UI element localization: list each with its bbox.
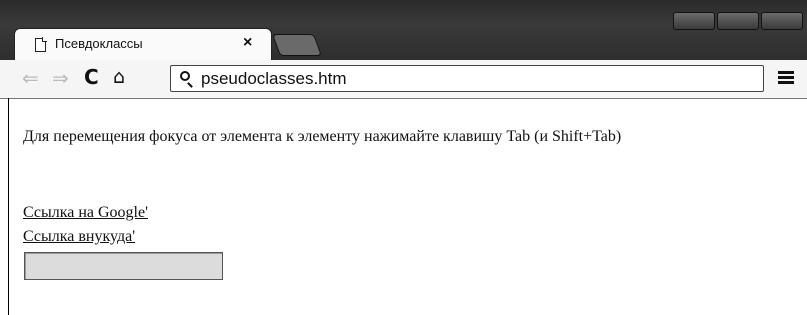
address-bar[interactable]: pseudoclasses.htm (170, 65, 764, 92)
tab-title: Псевдоклассы (55, 36, 143, 51)
reload-icon[interactable]: C (84, 65, 99, 89)
back-arrow-icon[interactable]: ⇐ (22, 66, 39, 90)
window-controls (673, 12, 803, 30)
tab-close-icon[interactable]: × (243, 34, 252, 52)
page-icon (35, 37, 47, 52)
home-icon[interactable]: ⌂ (113, 66, 125, 88)
google-link[interactable]: Ссылка на Google' (23, 204, 148, 222)
tab-active[interactable]: Псевдоклассы × (14, 28, 272, 62)
instruction-text: Для перемещения фокуса от элемента к эле… (23, 128, 622, 145)
browser-toolbar: ⇐ ⇒ C ⌂ pseudoclasses.htm (0, 60, 807, 99)
browser-window: Псевдоклассы × ⇐ ⇒ C ⌂ pseudoclasses.htm… (0, 0, 807, 315)
menu-icon[interactable] (778, 71, 794, 85)
maximize-button[interactable] (717, 12, 759, 30)
text-input[interactable] (24, 252, 223, 280)
page-content: Для перемещения фокуса от элемента к эле… (8, 98, 807, 315)
address-url[interactable]: pseudoclasses.htm (201, 69, 347, 89)
close-window-button[interactable] (761, 12, 803, 30)
nowhere-link[interactable]: Ссылка внукуда' (23, 228, 135, 246)
forward-arrow-icon[interactable]: ⇒ (52, 66, 69, 90)
search-icon (180, 71, 190, 81)
new-tab-button[interactable] (271, 34, 323, 56)
title-bar: Псевдоклассы × (0, 0, 807, 62)
minimize-button[interactable] (673, 12, 715, 30)
